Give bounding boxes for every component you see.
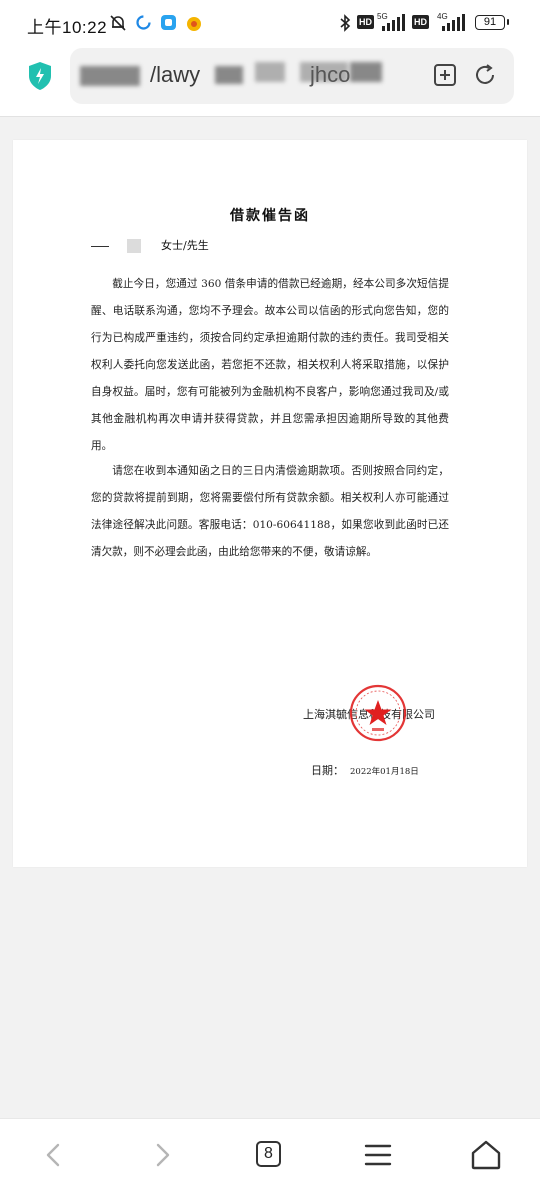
url-text: /lawy	[150, 62, 201, 87]
signal-icon	[382, 14, 405, 31]
bell-muted-icon	[110, 15, 126, 31]
salutation-text: 女士/先生	[161, 239, 209, 252]
add-bookmark-icon[interactable]	[432, 62, 458, 88]
app-notification-icon-2	[161, 15, 176, 30]
letter-title: 借款催告函	[230, 208, 310, 224]
tabs-button[interactable]: 8	[256, 1141, 281, 1167]
battery-indicator: 91	[475, 15, 509, 30]
bluetooth-icon	[340, 14, 351, 32]
redacted-url-part	[80, 66, 140, 86]
status-time: 上午10:22	[27, 18, 108, 37]
browser-toolbar: /lawy jhco	[0, 48, 540, 116]
status-bar: 上午10:22 HD 5G HD 4G 91	[0, 0, 540, 48]
letter-paragraph-1: 截止今日，您通过 360 借条申请的借款已经逾期，经本公司多次短信提醒、电话联系…	[91, 278, 449, 452]
letter-salutation: 女士/先生	[91, 237, 209, 253]
app-notification-icon-3	[187, 17, 201, 31]
toolbar-divider	[0, 116, 540, 117]
refresh-icon[interactable]	[472, 62, 498, 88]
letter-paragraph-2: 请您在收到本通知函之日的三日内清偿逾期款项。否则按照合同约定，您的贷款将提前到期…	[91, 465, 449, 558]
url-bar[interactable]: /lawy jhco	[70, 48, 514, 104]
date-label: 日期：	[311, 764, 344, 777]
redacted-url-part-5	[350, 62, 382, 82]
back-icon[interactable]	[36, 1137, 72, 1173]
salutation-blank	[91, 245, 109, 247]
menu-icon[interactable]	[360, 1137, 396, 1173]
hd-badge-2: HD	[412, 15, 429, 29]
forward-icon[interactable]	[144, 1137, 180, 1173]
url-text-tail: jhco	[310, 62, 351, 87]
letter-date: 日期： 2022年01月18日	[311, 762, 419, 778]
letter-document: 借款催告函 女士/先生 截止今日，您通过 360 借条申请的借款已经逾期，经本公…	[13, 140, 527, 867]
bottom-navigation: 8	[0, 1118, 540, 1201]
signal-icon-2	[442, 14, 465, 31]
home-icon[interactable]	[468, 1137, 504, 1173]
security-shield-icon[interactable]	[27, 61, 53, 91]
redacted-name	[127, 239, 141, 253]
hd-badge: HD	[357, 15, 374, 29]
app-notification-icon	[136, 15, 151, 30]
redacted-url-part-3	[255, 62, 285, 82]
redacted-url-part-2	[215, 66, 243, 84]
company-seal-icon	[349, 684, 407, 742]
date-value: 2022年01月18日	[350, 767, 419, 777]
